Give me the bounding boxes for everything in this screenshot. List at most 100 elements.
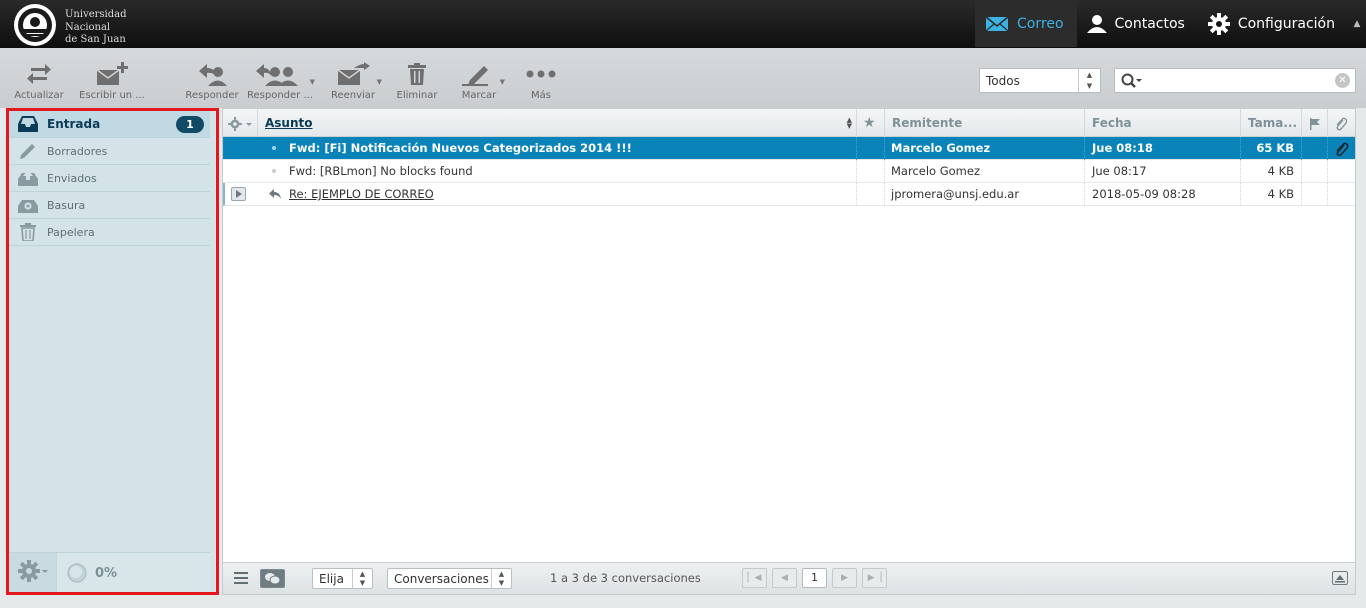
search-input[interactable] (1145, 72, 1330, 89)
unread-badge: 1 (176, 116, 204, 133)
attachment-indicator (1328, 137, 1355, 160)
list-header: Asunto ▲ ▼ ★ Remitente Fecha Tama... (223, 109, 1355, 137)
more-icon (524, 62, 558, 86)
folder-label: Enviados (47, 171, 97, 185)
folder-label: Papelera (47, 225, 95, 239)
folder-junk[interactable]: Basura (9, 192, 210, 219)
search-icon[interactable] (1121, 73, 1143, 89)
row-flag[interactable] (1302, 160, 1328, 183)
message-list-panel: Asunto ▲ ▼ ★ Remitente Fecha Tama... Fwd:… (222, 108, 1356, 595)
nav-contacts[interactable]: Contactos (1077, 0, 1198, 47)
reply-all-button[interactable]: Responder ... ▼ (247, 62, 315, 101)
chevron-down-icon[interactable]: ▼ (377, 78, 382, 86)
row-star[interactable] (857, 137, 885, 160)
folder-list: Entrada 1 Borradores Enviados Basura Pap… (9, 111, 210, 246)
folder-label: Borradores (47, 144, 108, 158)
gear-icon (17, 560, 48, 585)
select-messages-dropdown[interactable]: Elija ▲ ▼ (312, 568, 373, 589)
list-mode-dropdown[interactable]: Conversaciones ▲ ▼ (387, 568, 512, 589)
folder-trash[interactable]: Papelera (9, 219, 210, 246)
delete-button[interactable]: Eliminar (395, 62, 439, 101)
search-box: ✕ (1114, 68, 1356, 93)
nav-contacts-label: Contactos (1114, 15, 1185, 32)
page-number[interactable]: 1 (802, 568, 827, 588)
quota-value: 0% (95, 565, 118, 581)
next-page-button[interactable]: ▶ (832, 568, 857, 588)
nav-settings[interactable]: Configuración (1198, 0, 1348, 47)
toggle-preview-icon[interactable] (1332, 571, 1348, 585)
first-page-button[interactable]: ▏◀ (742, 568, 767, 588)
chevron-down-icon[interactable]: ▼ (500, 78, 505, 86)
nav-settings-label: Configuración (1237, 15, 1335, 32)
table-row[interactable]: Fwd: [Fi] Notificación Nuevos Categoriza… (223, 137, 1355, 160)
message-date: Jue 08:18 (1085, 137, 1241, 160)
column-size[interactable]: Tama... (1241, 109, 1302, 137)
table-row[interactable]: Re: EJEMPLO DE CORREO jpromera@unsj.edu.… (223, 183, 1355, 206)
row-flag[interactable] (1302, 137, 1328, 160)
message-size: 4 KB (1241, 160, 1302, 183)
reply-icon (184, 62, 240, 86)
quota-indicator: 0% (67, 563, 117, 583)
collapse-header-button[interactable]: ▲ (1348, 0, 1366, 47)
message-count: 1 a 3 de 3 conversaciones (550, 571, 701, 585)
mark-button[interactable]: Marcar ▼ (458, 62, 505, 101)
filter-select[interactable]: Todos ▲ ▼ (979, 68, 1101, 93)
folder-label: Entrada (47, 117, 101, 131)
column-subject[interactable]: Asunto ▲ ▼ (258, 109, 857, 137)
paperclip-icon (1335, 116, 1348, 130)
chevron-up-icon: ▲ (1353, 18, 1361, 29)
column-flagged-star[interactable]: ★ (857, 109, 885, 137)
message-from: Marcelo Gomez (885, 137, 1085, 160)
user-icon (1086, 14, 1107, 33)
folder-inbox[interactable]: Entrada 1 (9, 111, 210, 138)
folder-label: Basura (47, 198, 86, 212)
list-menu-icon[interactable] (234, 572, 248, 587)
column-flag[interactable] (1302, 109, 1328, 137)
message-date: 2018-05-09 08:28 (1085, 183, 1241, 206)
inbox-icon (17, 115, 39, 133)
reply-all-icon (247, 62, 307, 86)
flag-icon (1309, 116, 1321, 130)
row-star[interactable] (857, 160, 885, 183)
gear-icon (228, 116, 254, 131)
nav-mail[interactable]: Correo (975, 0, 1077, 47)
prev-page-icon: ◀ (781, 573, 788, 583)
next-page-icon: ▶ (841, 573, 848, 583)
gear-icon (1207, 12, 1230, 35)
column-attachment[interactable] (1328, 109, 1355, 137)
list-options-button[interactable] (223, 109, 258, 137)
more-button[interactable]: Más (524, 62, 558, 101)
list-footer: Elija ▲ ▼ Conversaciones ▲ ▼ 1 a 3 de 3 co… (223, 562, 1355, 594)
clear-search-icon[interactable]: ✕ (1335, 73, 1350, 88)
message-date: Jue 08:17 (1085, 160, 1241, 183)
top-nav: Correo Contactos Configuración ▲ (975, 0, 1366, 47)
chevron-down-icon[interactable]: ▼ (310, 78, 315, 86)
row-flag[interactable] (1302, 183, 1328, 206)
message-size: 4 KB (1241, 183, 1302, 206)
select-arrows-icon: ▲ ▼ (352, 569, 372, 588)
university-logo (14, 4, 56, 46)
junk-icon (17, 196, 39, 214)
trash-icon (17, 223, 39, 241)
row-star[interactable] (857, 183, 885, 206)
sort-arrows-icon: ▲ ▼ (846, 116, 852, 130)
table-row[interactable]: Fwd: [RBLmon] No blocks found Marcelo Go… (223, 160, 1355, 183)
pencil-icon (17, 142, 39, 160)
folder-drafts[interactable]: Borradores (9, 138, 210, 165)
folder-sent[interactable]: Enviados (9, 165, 210, 192)
column-from[interactable]: Remitente (885, 109, 1085, 137)
compose-icon (78, 62, 146, 86)
trash-icon (395, 62, 439, 86)
message-from: jpromera@unsj.edu.ar (885, 183, 1085, 206)
compose-button[interactable]: Escribir un ... (78, 62, 146, 101)
folder-sidebar: Entrada 1 Borradores Enviados Basura Pap… (6, 108, 219, 595)
reply-button[interactable]: Responder (184, 62, 240, 101)
first-page-icon: ▏◀ (747, 573, 762, 583)
last-page-button[interactable]: ▶▕ (862, 568, 887, 588)
column-date[interactable]: Fecha (1085, 109, 1241, 137)
folder-options-button[interactable] (9, 553, 57, 592)
forward-button[interactable]: Reenviar ▼ (329, 62, 382, 101)
refresh-button[interactable]: Actualizar (12, 62, 66, 101)
prev-page-button[interactable]: ◀ (772, 568, 797, 588)
threads-toggle-icon[interactable] (260, 569, 285, 588)
